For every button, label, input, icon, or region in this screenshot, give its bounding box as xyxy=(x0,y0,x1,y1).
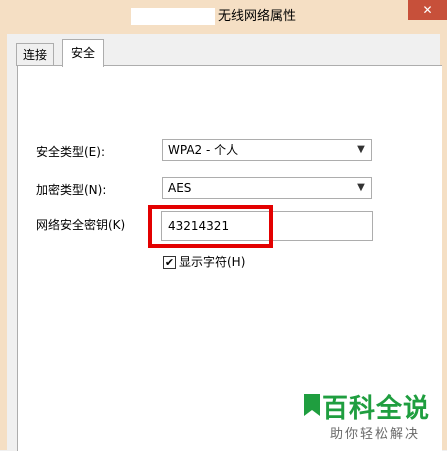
show-characters-label: 显示字符(H) xyxy=(179,255,246,269)
window-title: 无线网络属性 xyxy=(218,9,297,24)
encryption-type-select[interactable]: AES ▼ xyxy=(162,177,372,199)
encryption-type-label: 加密类型(N): xyxy=(36,183,107,197)
watermark-title: 百科全说 xyxy=(322,394,431,424)
chevron-down-icon: ▼ xyxy=(357,182,365,193)
security-type-select[interactable]: WPA2 - 个人 ▼ xyxy=(162,139,372,161)
security-panel: 安全类型(E): WPA2 - 个人 ▼ 加密类型(N): AES ▼ 网络安全… xyxy=(17,65,442,451)
watermark-subtitle: 助你轻松解决 xyxy=(330,427,421,442)
network-key-label: 网络安全密钥(K) xyxy=(36,218,126,232)
window-frame-left xyxy=(0,34,7,450)
title-bar: 无线网络属性 ✕ xyxy=(0,0,447,34)
baike-logo-icon xyxy=(304,394,320,416)
dialog-client-area: 连接 安全 安全类型(E): WPA2 - 个人 ▼ 加密类型(N): AES … xyxy=(7,34,442,451)
red-highlight-box xyxy=(148,205,273,248)
close-button[interactable]: ✕ xyxy=(408,0,447,20)
security-type-value: WPA2 - 个人 xyxy=(168,143,239,157)
tab-connection[interactable]: 连接 xyxy=(16,43,55,66)
chevron-down-icon: ▼ xyxy=(357,144,365,155)
tab-security[interactable]: 安全 xyxy=(62,39,105,67)
redacted-network-name xyxy=(131,8,215,25)
security-type-label: 安全类型(E): xyxy=(36,145,105,159)
show-characters-checkbox[interactable]: ✔ xyxy=(163,256,176,269)
encryption-type-value: AES xyxy=(168,181,192,195)
